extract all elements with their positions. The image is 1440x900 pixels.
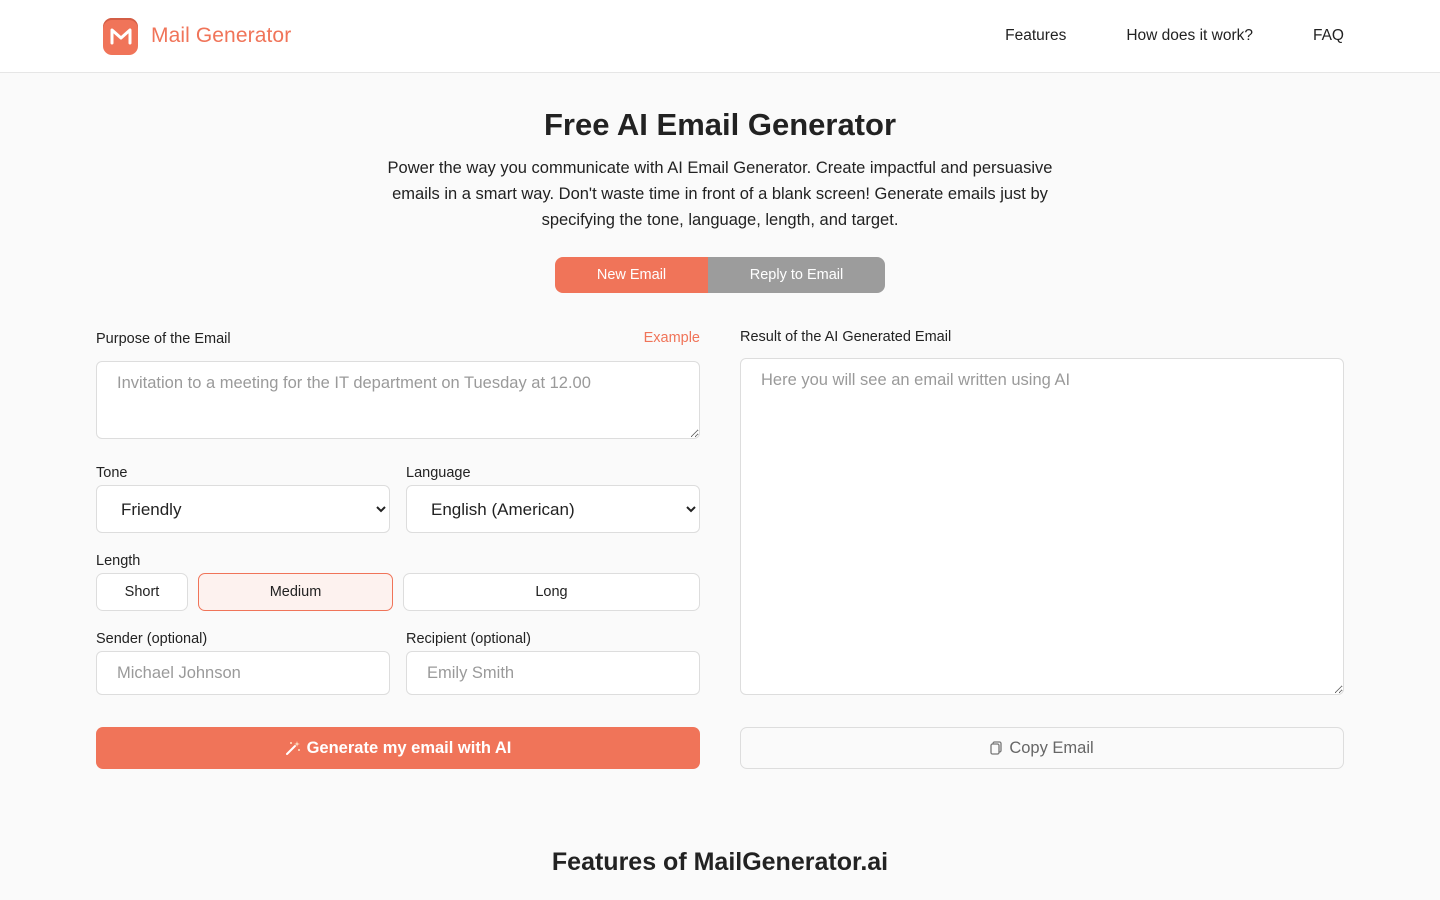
nav-features[interactable]: Features bbox=[1005, 27, 1066, 45]
tab-new-email[interactable]: New Email bbox=[555, 257, 708, 293]
generate-email-button[interactable]: Generate my email with AI bbox=[96, 727, 700, 769]
nav-faq[interactable]: FAQ bbox=[1313, 27, 1344, 45]
tone-select[interactable]: Friendly bbox=[96, 485, 390, 533]
length-medium-button[interactable]: Medium bbox=[198, 573, 393, 611]
generate-button-label: Generate my email with AI bbox=[306, 738, 512, 757]
purpose-label: Purpose of the Email bbox=[96, 331, 231, 347]
copy-email-button[interactable]: Copy Email bbox=[740, 727, 1344, 769]
copy-button-label: Copy Email bbox=[1009, 738, 1094, 757]
purpose-textarea[interactable] bbox=[96, 361, 700, 439]
features-section-title: Features of MailGenerator.ai bbox=[551, 848, 889, 876]
nav-how-it-works[interactable]: How does it work? bbox=[1126, 27, 1253, 45]
tab-reply-to-email[interactable]: Reply to Email bbox=[708, 257, 885, 293]
result-label: Result of the AI Generated Email bbox=[740, 329, 952, 345]
length-short-button[interactable]: Short bbox=[96, 573, 188, 611]
tone-label: Tone bbox=[96, 465, 128, 481]
page-title: Free AI Email Generator bbox=[543, 107, 897, 142]
length-long-button[interactable]: Long bbox=[403, 573, 700, 611]
magic-wand-icon bbox=[285, 740, 301, 756]
result-textarea[interactable] bbox=[740, 358, 1344, 695]
main-nav: Features How does it work? FAQ bbox=[1005, 0, 1344, 72]
copy-icon bbox=[990, 741, 1002, 755]
language-label: Language bbox=[406, 465, 471, 481]
mode-tabs: New Email Reply to Email bbox=[555, 257, 885, 293]
length-label: Length bbox=[96, 553, 141, 569]
mail-logo-icon bbox=[103, 17, 138, 55]
logo-link[interactable]: Mail Generator bbox=[103, 17, 291, 55]
logo-text: Mail Generator bbox=[151, 24, 292, 47]
recipient-label: Recipient (optional) bbox=[406, 631, 531, 647]
recipient-input[interactable] bbox=[406, 651, 700, 695]
hero-description: Power the way you communicate with AI Em… bbox=[387, 159, 1053, 229]
site-header: Mail Generator Features How does it work… bbox=[0, 0, 1440, 73]
sender-label: Sender (optional) bbox=[96, 631, 208, 647]
language-select[interactable]: English (American) bbox=[406, 485, 700, 533]
sender-input[interactable] bbox=[96, 651, 390, 695]
example-link[interactable]: Example bbox=[644, 330, 700, 346]
